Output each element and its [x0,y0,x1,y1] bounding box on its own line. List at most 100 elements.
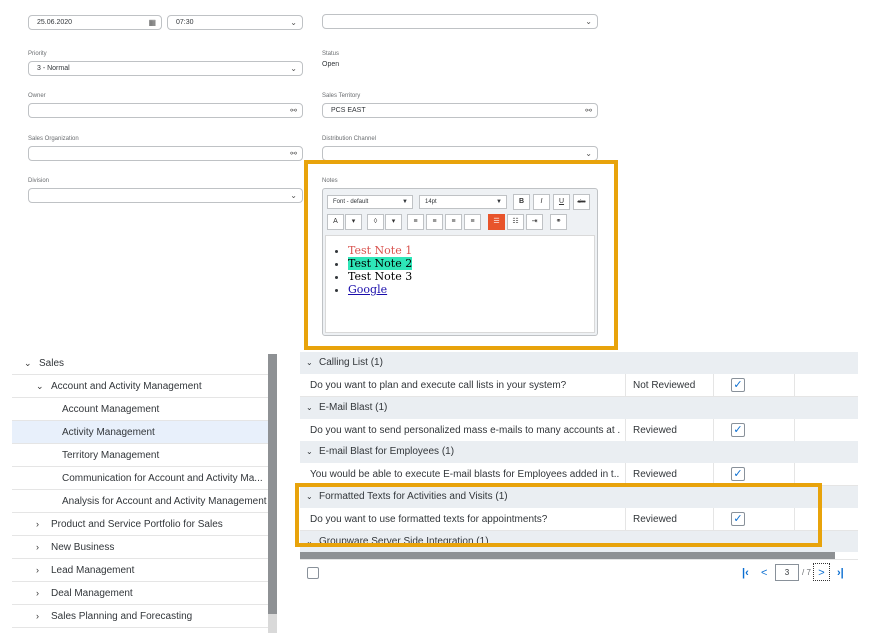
link-icon[interactable]: ⚯ [290,104,297,117]
tree-item-sales[interactable]: ⌄ Sales [12,352,268,375]
group-title: E-mail Blast for Employees (1) [319,446,455,457]
font-color-dropdown[interactable]: ▾ [345,214,362,230]
tree-item-lead-management[interactable]: › Lead Management [12,559,268,582]
group-header[interactable]: ⌄ E-mail Blast for Employees (1) [300,441,858,463]
column-divider [794,374,795,396]
font-family-select[interactable]: Font - default ▼ [327,195,413,209]
underline-button[interactable]: U [553,194,570,210]
chevron-down-icon[interactable]: ⌄ [306,397,313,419]
google-link[interactable]: Google [348,283,387,296]
align-left-icon[interactable]: ≡ [407,214,424,230]
sales-territory-field[interactable]: PCS EAST ⚯ [322,103,598,118]
tree-item-label: Communication for Account and Activity M… [62,473,263,484]
column-divider [625,419,626,441]
time-field[interactable]: 07:30 ⌄ [167,15,303,30]
bold-button[interactable]: B [513,194,530,210]
tree-item-communication[interactable]: Communication for Account and Activity M… [12,467,268,490]
top-right-select[interactable]: ⌄ [322,14,598,29]
editor-content[interactable]: Test Note 1 Test Note 2 Test Note 3 Goog… [325,235,595,333]
table-row[interactable]: Do you want to plan and execute call lis… [300,374,858,397]
select-all-checkbox[interactable] [307,567,319,579]
chevron-down-icon[interactable]: ⌄ [306,352,313,374]
font-size-select[interactable]: 14pt ▼ [419,195,507,209]
next-page-icon[interactable]: > [813,563,830,581]
chevron-down-icon[interactable]: ⌄ [290,16,297,29]
tree-item-new-business[interactable]: › New Business [12,536,268,559]
owner-field[interactable]: ⚯ [28,103,303,118]
numbered-list-icon[interactable]: ☷ [507,214,524,230]
in-scope-checkbox[interactable]: ✓ [731,423,745,437]
date-value: 25.06.2020 [37,19,73,26]
link-icon[interactable]: ⚯ [585,104,592,117]
align-center-icon[interactable]: ≡ [426,214,443,230]
in-scope-checkbox[interactable]: ✓ [731,378,745,392]
tree-item-account-activity[interactable]: ⌄ Account and Activity Management [12,375,268,398]
highlight-color-icon[interactable]: ◊ [367,214,384,230]
font-color-button[interactable]: A [327,214,344,230]
page-number-input[interactable]: 3 [775,564,799,581]
chevron-right-icon[interactable]: › [36,513,39,536]
link-icon[interactable]: ⚯ [290,147,297,160]
chevron-right-icon[interactable]: › [36,582,39,605]
previous-page-icon[interactable]: < [761,564,767,582]
tree-item-deal-management[interactable]: › Deal Management [12,582,268,605]
indent-icon[interactable]: ⇥ [526,214,543,230]
review-status: Not Reviewed [633,380,696,391]
chevron-down-icon[interactable]: ⌄ [585,147,592,160]
align-right-icon[interactable]: ≡ [445,214,462,230]
division-select[interactable]: ⌄ [28,188,303,203]
column-divider [794,463,795,485]
link-icon[interactable]: ⚭ [550,214,567,230]
chevron-right-icon[interactable]: › [36,536,39,559]
table-horizontal-scrollbar[interactable] [300,552,835,559]
tree-item-label: Product and Service Portfolio for Sales [51,519,223,530]
group-header[interactable]: ⌄ Calling List (1) [300,352,858,374]
page-total: / 7 [802,568,811,577]
caret-down-icon: ▾ [351,218,356,225]
tree-item-product-service[interactable]: › Product and Service Portfolio for Sale… [12,513,268,536]
sales-org-label: Sales Organization [28,136,79,142]
division-label: Division [28,178,50,184]
tree-scrollbar-thumb[interactable] [268,354,277,614]
tree-item-activity-management[interactable]: Activity Management [12,421,268,444]
chevron-down-icon[interactable]: ⌄ [306,441,313,463]
chevron-right-icon[interactable]: › [36,605,39,628]
font-size-value: 14pt [425,199,437,205]
chevron-down-icon[interactable]: ⌄ [24,352,32,375]
chevron-down-icon[interactable]: ⌄ [290,189,297,202]
group-header[interactable]: ⌄ E-Mail Blast (1) [300,397,858,419]
editor-toolbar-row-2: A ▾ ◊ ▾ ≡ ≡ ≡ ≡ ☰ ☷ ⇥ ⚭ [325,213,595,231]
notes-list: Test Note 1 Test Note 2 Test Note 3 Goog… [348,244,413,296]
tree-item-sales-planning[interactable]: › Sales Planning and Forecasting [12,605,268,628]
calendar-icon[interactable]: ▦ [148,16,156,29]
align-justify-icon[interactable]: ≡ [464,214,481,230]
question-text: Do you want to send personalized mass e-… [310,425,620,436]
bullet-list-icon[interactable]: ☰ [488,214,505,230]
priority-select[interactable]: 3 - Normal ⌄ [28,61,303,76]
strikethrough-button[interactable]: abc [573,194,590,210]
activity-form: 25.06.2020 ▦ 07:30 ⌄ ⌄ Priority 3 - Norm… [0,0,870,350]
chevron-down-icon[interactable]: ⌄ [290,62,297,75]
last-page-icon[interactable]: ›| [837,564,844,582]
table-footer: |‹ < 3 / 7 > ›| [300,559,858,585]
chevron-right-icon[interactable]: › [36,559,39,582]
chevron-down-icon[interactable]: ⌄ [585,15,592,28]
tree-item-account-management[interactable]: Account Management [12,398,268,421]
sales-org-field[interactable]: ⚯ [28,146,303,161]
table-row[interactable]: Do you want to send personalized mass e-… [300,419,858,442]
tree-item-analysis[interactable]: Analysis for Account and Activity Manage… [12,490,268,513]
in-scope-checkbox[interactable]: ✓ [731,467,745,481]
font-family-value: Font - default [333,199,369,205]
list-item: Test Note 2 [348,257,413,270]
date-field[interactable]: 25.06.2020 ▦ [28,15,162,30]
rich-text-editor[interactable]: Font - default ▼ 14pt ▼ B I U abc A ▾ ◊ … [322,188,598,336]
sales-territory-value: PCS EAST [331,107,366,114]
column-divider [713,419,714,441]
highlight-color-dropdown[interactable]: ▾ [385,214,402,230]
note-text: Test Note 1 [348,244,413,257]
chevron-down-icon[interactable]: ⌄ [36,375,44,398]
dist-channel-select[interactable]: ⌄ [322,146,598,161]
tree-item-territory-management[interactable]: Territory Management [12,444,268,467]
italic-button[interactable]: I [533,194,550,210]
first-page-icon[interactable]: |‹ [742,564,749,582]
